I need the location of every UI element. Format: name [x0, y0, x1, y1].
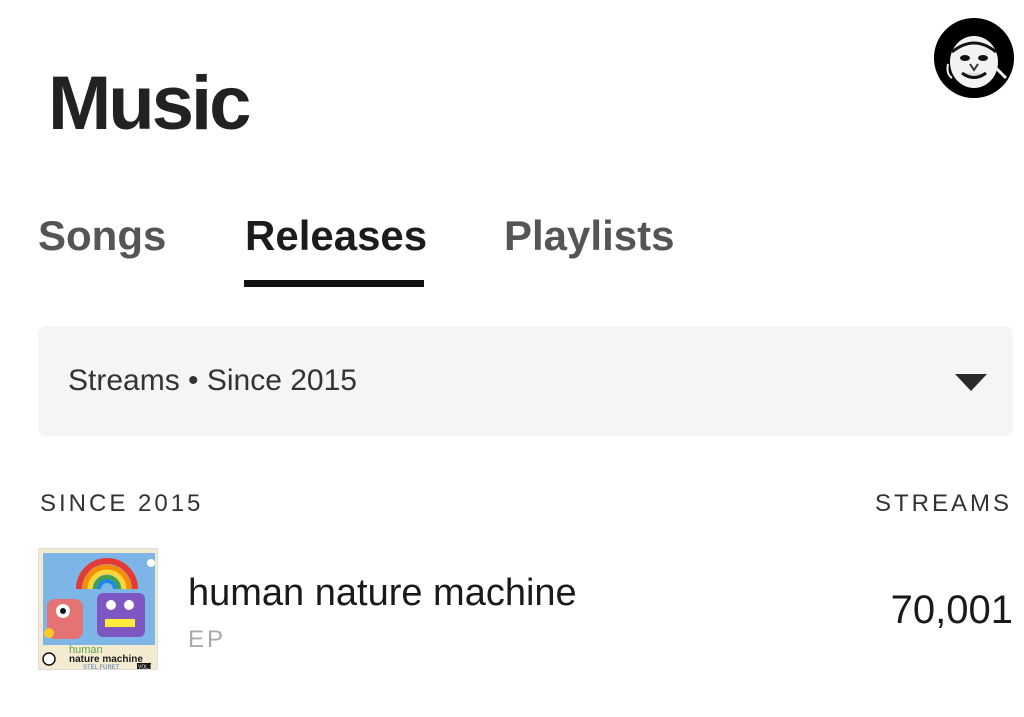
cover-text-artist: STEL FURET: [83, 665, 120, 670]
tab-releases[interactable]: Releases: [245, 212, 427, 260]
stats-filter-dropdown[interactable]: Streams • Since 2015: [38, 326, 1013, 436]
page-title: Music: [48, 61, 251, 146]
release-streams-count: 70,001: [890, 588, 1013, 632]
album-cover-image: human nature machine STEL FURET VOL.1: [38, 548, 158, 670]
tab-songs[interactable]: Songs: [38, 212, 166, 260]
streams-header: STREAMS: [874, 490, 1012, 517]
chevron-down-icon: [955, 374, 987, 391]
period-header: SINCE 2015: [40, 490, 204, 517]
avatar-face-image: [934, 18, 1014, 98]
cover-text-title: nature machine: [69, 654, 143, 665]
release-row[interactable]: human nature machine STEL FURET VOL.1 hu…: [38, 548, 1013, 670]
cover-text-volume: VOL.1: [138, 665, 152, 671]
filter-label: Streams • Since 2015: [68, 364, 357, 397]
profile-avatar[interactable]: [934, 18, 1014, 98]
active-tab-indicator: [244, 280, 424, 287]
release-type: EP: [188, 626, 227, 653]
tab-playlists[interactable]: Playlists: [504, 212, 674, 260]
release-title: human nature machine: [188, 572, 577, 614]
